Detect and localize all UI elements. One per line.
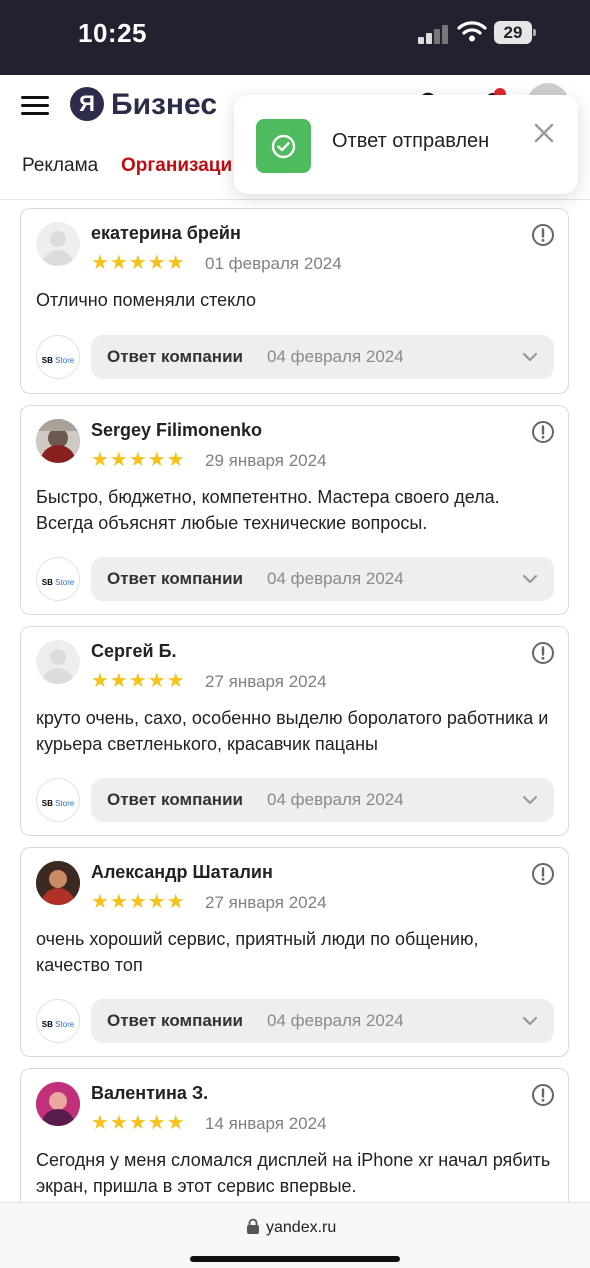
review-card: Александр Шаталин ★★★★★ 27 января 2024 о… [20, 847, 569, 1057]
chevron-down-icon [522, 574, 538, 584]
user-photo [36, 1082, 80, 1126]
company-logo: SB Store [36, 778, 80, 822]
user-avatar [36, 640, 80, 684]
review-author[interactable]: Валентина З. [91, 1083, 208, 1104]
reply-date: 04 февраля 2024 [267, 1011, 404, 1030]
report-icon[interactable] [531, 1083, 555, 1107]
user-avatar [36, 1082, 80, 1126]
review-author[interactable]: Александр Шаталин [91, 862, 273, 883]
tab-ads[interactable]: Реклама [22, 155, 98, 177]
review-card: Sergey Filimonenko ★★★★★ 29 января 2024 … [20, 405, 569, 615]
default-avatar-icon [42, 231, 74, 266]
user-photo [36, 419, 80, 463]
rating-stars: ★★★★★ [91, 670, 186, 692]
company-logo: SB Store [36, 335, 80, 379]
company-reply-toggle[interactable]: Ответ компании 04 февраля 2024 [91, 335, 554, 379]
toast-message: Ответ отправлен [332, 130, 490, 152]
company-logo: SB Store [36, 999, 80, 1043]
company-reply-toggle[interactable]: Ответ компании 04 февраля 2024 [91, 778, 554, 822]
review-date: 14 января 2024 [205, 1114, 327, 1133]
reply-date: 04 февраля 2024 [267, 790, 404, 809]
company-reply-toggle[interactable]: Ответ компании 04 февраля 2024 [91, 557, 554, 601]
rating-stars: ★★★★★ [91, 449, 186, 471]
report-icon[interactable] [531, 420, 555, 444]
review-text: круто очень, сахо, особенно выделю борол… [36, 708, 549, 754]
status-bar: 10:25 29 [0, 0, 590, 75]
report-icon[interactable] [531, 641, 555, 665]
review-date: 27 января 2024 [205, 672, 327, 691]
reply-label: Ответ компании [107, 1011, 243, 1030]
reply-label: Ответ компании [107, 790, 243, 809]
chevron-down-icon [522, 1016, 538, 1026]
report-icon[interactable] [531, 862, 555, 886]
company-logo-suffix: Store [55, 1020, 75, 1029]
user-avatar [36, 419, 80, 463]
url-text[interactable]: yandex.ru [266, 1219, 336, 1237]
review-card: Сергей Б. ★★★★★ 27 января 2024 круто оче… [20, 626, 569, 836]
default-avatar-icon [42, 649, 74, 684]
review-author[interactable]: Сергей Б. [91, 641, 177, 662]
chevron-down-icon [522, 352, 538, 362]
rating-stars: ★★★★★ [91, 891, 186, 913]
review-author[interactable]: екатерина брейн [91, 223, 241, 244]
review-date: 29 января 2024 [205, 451, 327, 470]
browser-url-bar[interactable]: yandex.ru [0, 1202, 590, 1268]
review-author[interactable]: Sergey Filimonenko [91, 420, 262, 441]
company-logo-name: SB [41, 356, 53, 365]
battery-level: 29 [503, 23, 523, 42]
report-icon[interactable] [531, 223, 555, 247]
brand-name[interactable]: Бизнес [111, 88, 217, 122]
user-photo [36, 861, 80, 905]
cellular-signal-icon [418, 24, 450, 44]
review-text: очень хороший сервис, приятный люди по о… [36, 929, 479, 975]
success-badge [256, 119, 311, 173]
battery-indicator: 29 [494, 21, 536, 44]
review-text: Быстро, бюджетно, компетентно. Мастера с… [36, 487, 500, 533]
reply-date: 04 февраля 2024 [267, 569, 404, 588]
review-date: 27 января 2024 [205, 893, 327, 912]
toast-notification: Ответ отправлен [234, 95, 578, 194]
reply-label: Ответ компании [107, 347, 243, 366]
company-logo-name: SB [41, 578, 53, 587]
review-card: екатерина брейн ★★★★★ 01 февраля 2024 От… [20, 208, 569, 394]
chevron-down-icon [522, 795, 538, 805]
yandex-logo[interactable]: Я [70, 87, 104, 121]
tab-organizations[interactable]: Организаци [121, 155, 232, 177]
reply-label: Ответ компании [107, 569, 243, 588]
company-logo: SB Store [36, 557, 80, 601]
review-text: Отлично поменяли стекло [36, 290, 256, 310]
user-avatar [36, 861, 80, 905]
status-time: 10:25 [78, 18, 147, 48]
rating-stars: ★★★★★ [91, 1112, 186, 1134]
company-logo-suffix: Store [55, 799, 75, 808]
company-logo-name: SB [41, 799, 53, 808]
company-logo-suffix: Store [55, 356, 75, 365]
check-circle-icon [271, 134, 296, 159]
wifi-icon [457, 21, 487, 42]
close-icon[interactable] [532, 121, 556, 145]
lock-icon [247, 1218, 259, 1234]
company-reply-toggle[interactable]: Ответ компании 04 февраля 2024 [91, 999, 554, 1043]
company-logo-name: SB [41, 1020, 53, 1029]
review-date: 01 февраля 2024 [205, 254, 342, 273]
home-indicator[interactable] [190, 1256, 400, 1262]
review-text: Сегодня у меня сломался дисплей на iPhon… [36, 1150, 551, 1196]
reply-date: 04 февраля 2024 [267, 347, 404, 366]
user-avatar [36, 222, 80, 266]
rating-stars: ★★★★★ [91, 252, 186, 274]
company-logo-suffix: Store [55, 578, 75, 587]
menu-icon[interactable] [21, 96, 49, 116]
